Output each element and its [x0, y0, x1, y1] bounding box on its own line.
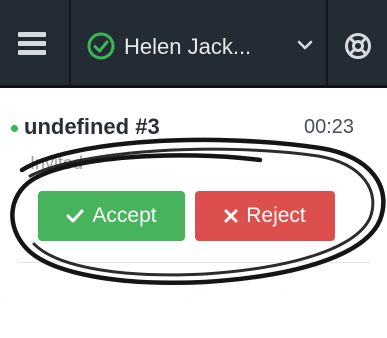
caller-name: undefined #3	[24, 114, 160, 139]
torn-edge	[0, 289, 387, 338]
check-circle-icon	[87, 32, 115, 60]
screenshot: Helen Jack... undefined #3 00:23 Invited…	[0, 0, 387, 338]
accept-label: Accept	[92, 204, 157, 227]
agent-name[interactable]: Helen Jack...	[124, 34, 251, 60]
torn-edge-shadow	[0, 293, 387, 330]
top-bar: Helen Jack...	[0, 0, 387, 88]
divider	[18, 262, 370, 263]
reject-button[interactable]: Reject	[195, 191, 335, 241]
online-status-dot	[11, 125, 18, 132]
close-icon	[224, 209, 238, 223]
divider	[69, 0, 71, 85]
call-state: Invited	[30, 153, 84, 173]
divider	[326, 0, 328, 85]
hamburger-menu-icon[interactable]	[18, 32, 46, 56]
chevron-down-icon[interactable]	[296, 38, 314, 52]
lifebuoy-icon[interactable]	[343, 31, 373, 61]
reject-label: Reject	[246, 204, 306, 227]
accept-button[interactable]: Accept	[38, 191, 185, 241]
checkmark-icon	[66, 209, 84, 223]
call-timer: 00:23	[304, 116, 355, 138]
